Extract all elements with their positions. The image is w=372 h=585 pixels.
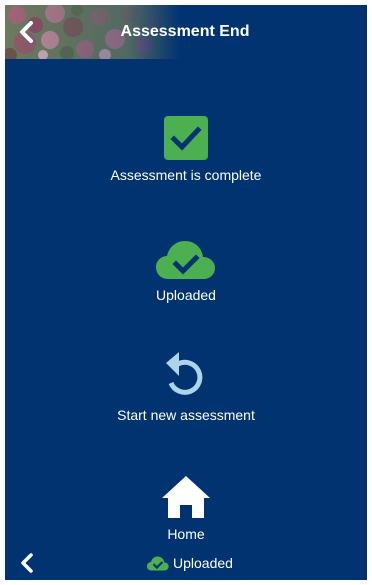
cloud-check-icon bbox=[147, 556, 169, 570]
checkbox-checked-icon bbox=[164, 116, 208, 160]
home-icon bbox=[162, 476, 210, 518]
cloud-check-icon bbox=[156, 241, 215, 279]
restart-icon bbox=[166, 352, 203, 395]
footer-bar: Uploaded bbox=[5, 546, 367, 580]
assessment-complete-status: Assessment is complete bbox=[5, 116, 367, 184]
footer-status-label: Uploaded bbox=[173, 555, 233, 571]
start-new-assessment-button[interactable]: Start new assessment bbox=[5, 350, 367, 424]
home-button[interactable]: Home bbox=[5, 475, 367, 543]
upload-status: Uploaded bbox=[5, 236, 367, 304]
assessment-complete-label: Assessment is complete bbox=[110, 167, 262, 183]
home-label: Home bbox=[167, 526, 205, 542]
header-bar: Assessment End bbox=[5, 5, 367, 59]
back-button[interactable] bbox=[13, 18, 39, 46]
footer-back-button[interactable] bbox=[15, 550, 39, 576]
start-new-assessment-label: Start new assessment bbox=[117, 407, 255, 423]
chevron-left-icon bbox=[20, 21, 33, 43]
chevron-left-icon bbox=[21, 553, 33, 573]
page-title: Assessment End bbox=[120, 23, 250, 40]
upload-status-label: Uploaded bbox=[156, 287, 216, 303]
footer-upload-status: Uploaded bbox=[147, 554, 233, 572]
assessment-end-screen: Assessment End Assessment is complete Up… bbox=[5, 5, 367, 580]
